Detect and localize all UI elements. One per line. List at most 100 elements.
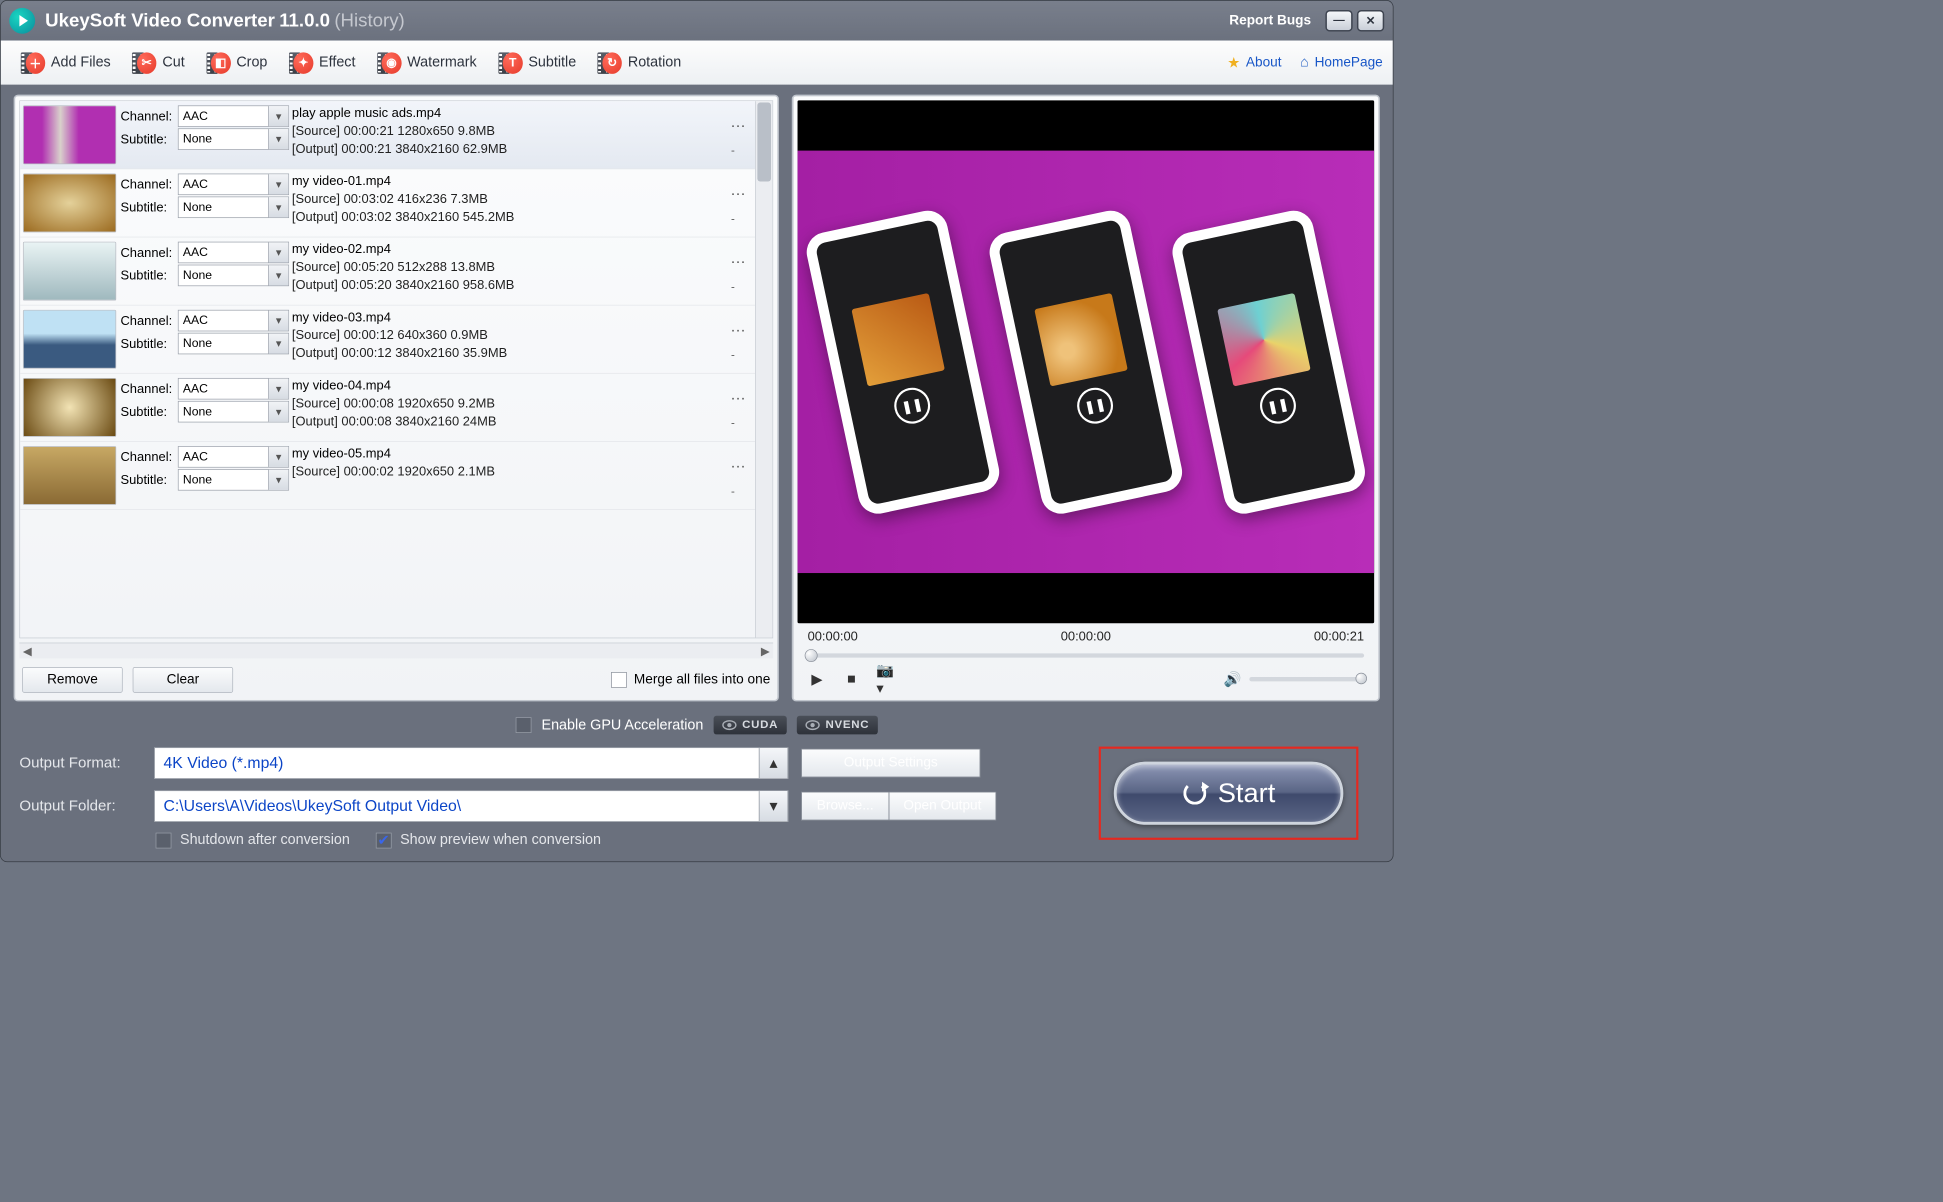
file-thumbnail (23, 242, 116, 301)
crop-button[interactable]: ◧Crop (196, 48, 277, 78)
close-button[interactable]: ✕ (1357, 10, 1384, 32)
file-item[interactable]: Channel:AAC▾Subtitle:None▾my video-02.mp… (20, 237, 755, 305)
channel-select[interactable]: AAC▾ (178, 105, 289, 127)
cuda-badge: CUDA (713, 716, 786, 735)
minimize-button[interactable]: — (1325, 10, 1352, 32)
file-item[interactable]: Channel:AAC▾Subtitle:None▾my video-03.mp… (20, 306, 755, 374)
source-info: [Source] 00:05:20 512x288 13.8MB (292, 260, 724, 275)
start-button[interactable]: Start (1114, 762, 1344, 825)
output-folder-label: Output Folder: (19, 798, 141, 815)
merge-checkbox[interactable]: Merge all files into one (611, 672, 770, 688)
file-item[interactable]: Channel:AAC▾Subtitle:None▾my video-01.mp… (20, 169, 755, 237)
cut-button[interactable]: ✂Cut (122, 48, 195, 78)
output-format-select[interactable]: 4K Video (*.mp4)▴ (154, 747, 788, 779)
play-icon[interactable]: ▶ (808, 670, 827, 689)
chevron-down-icon: ▾ (268, 106, 288, 126)
home-icon: ⌂ (1300, 55, 1309, 71)
subtitle-select[interactable]: None▾ (178, 469, 289, 491)
list-scrollbar[interactable] (755, 101, 772, 637)
item-status: - (724, 281, 743, 294)
file-item[interactable]: Channel:AAC▾Subtitle:None▾my video-04.mp… (20, 374, 755, 442)
volume-slider[interactable] (1249, 677, 1364, 681)
preview-phone-3: ❚❚ (1168, 207, 1368, 517)
preview-video[interactable]: ❚❚ ❚❚ ❚❚ (798, 100, 1375, 623)
item-menu-icon[interactable]: … (724, 453, 753, 472)
show-preview-checkbox[interactable]: ✔Show preview when conversion (376, 832, 601, 848)
shutdown-checkbox[interactable]: Shutdown after conversion (156, 832, 350, 848)
file-name: my video-01.mp4 (292, 174, 724, 189)
subtitle-select[interactable]: None▾ (178, 197, 289, 219)
file-item[interactable]: Channel:AAC▾Subtitle:None▾play apple mus… (20, 101, 755, 169)
nvidia-eye-icon (805, 720, 819, 730)
output-folder-input[interactable]: C:\Users\A\Videos\UkeySoft Output Video\… (154, 790, 788, 822)
item-status: - (724, 485, 743, 498)
source-info: [Source] 00:00:02 1920x650 2.1MB (292, 464, 724, 479)
subtitle-button[interactable]: TSubtitle (488, 48, 586, 78)
clear-button[interactable]: Clear (133, 667, 233, 693)
subtitle-label: Subtitle: (120, 200, 175, 215)
open-output-button[interactable]: Open Output (889, 792, 997, 821)
stop-icon[interactable]: ■ (842, 670, 861, 689)
file-name: my video-05.mp4 (292, 446, 724, 461)
chevron-down-icon: ▾ (268, 265, 288, 285)
channel-select[interactable]: AAC▾ (178, 378, 289, 400)
history-link[interactable]: (History) (334, 9, 404, 31)
output-info: [Output] 00:05:20 3840x2160 958.6MB (292, 278, 724, 293)
preview-phone-1: ❚❚ (803, 207, 1003, 517)
file-thumbnail (23, 174, 116, 233)
subtitle-select[interactable]: None▾ (178, 128, 289, 150)
effect-button[interactable]: ✦Effect (279, 48, 366, 78)
app-logo-icon (9, 8, 35, 34)
item-status: - (724, 213, 743, 226)
titlebar: UkeySoft Video Converter 11.0.0 (History… (1, 1, 1393, 40)
gpu-checkbox[interactable] (516, 717, 532, 733)
source-info: [Source] 00:00:12 640x360 0.9MB (292, 328, 724, 343)
chevron-down-icon: ▾ (268, 379, 288, 399)
chevron-down-icon: ▾ (268, 470, 288, 490)
subtitle-select[interactable]: None▾ (178, 401, 289, 423)
volume-icon[interactable]: 🔊 (1224, 670, 1243, 689)
file-thumbnail (23, 310, 116, 369)
report-bugs-link[interactable]: Report Bugs (1229, 13, 1311, 29)
time-start: 00:00:00 (808, 629, 858, 644)
subtitle-select[interactable]: None▾ (178, 333, 289, 355)
time-current: 00:00:00 (1061, 629, 1111, 644)
subtitle-label: Subtitle: (120, 132, 175, 147)
file-item[interactable]: Channel:AAC▾Subtitle:None▾my video-05.mp… (20, 442, 755, 510)
output-settings-button[interactable]: Output Settings (801, 749, 980, 778)
homepage-link[interactable]: ⌂HomePage (1300, 55, 1383, 71)
subtitle-select[interactable]: None▾ (178, 265, 289, 287)
chevron-down-icon: ▾ (268, 311, 288, 331)
item-menu-icon[interactable]: … (724, 317, 753, 336)
channel-select[interactable]: AAC▾ (178, 242, 289, 264)
source-info: [Source] 00:00:21 1280x650 9.8MB (292, 123, 724, 138)
channel-select[interactable]: AAC▾ (178, 174, 289, 196)
snapshot-icon[interactable]: 📷▾ (876, 670, 895, 689)
list-hscrollbar[interactable]: ◀▶ (19, 643, 773, 659)
channel-select[interactable]: AAC▾ (178, 310, 289, 332)
item-menu-icon[interactable]: … (724, 385, 753, 404)
chevron-down-icon: ▾ (268, 333, 288, 353)
watermark-button[interactable]: ◉Watermark (367, 48, 487, 78)
browse-button[interactable]: Browse... (801, 792, 888, 821)
refresh-icon (1182, 780, 1208, 806)
channel-select[interactable]: AAC▾ (178, 446, 289, 468)
toolbar: ＋Add Files ✂Cut ◧Crop ✦Effect ◉Watermark… (1, 40, 1393, 84)
remove-button[interactable]: Remove (22, 667, 122, 693)
output-info: [Output] 00:00:21 3840x2160 62.9MB (292, 141, 724, 156)
add-files-button[interactable]: ＋Add Files (11, 48, 121, 78)
subtitle-label: Subtitle: (120, 268, 175, 283)
rotation-button[interactable]: ↻Rotation (588, 48, 692, 78)
item-menu-icon[interactable]: … (724, 112, 753, 131)
channel-label: Channel: (120, 245, 175, 260)
subtitle-label: Subtitle: (120, 336, 175, 351)
seek-bar[interactable] (798, 650, 1375, 663)
item-menu-icon[interactable]: … (724, 249, 753, 268)
file-list-panel: Channel:AAC▾Subtitle:None▾play apple mus… (14, 95, 779, 702)
subtitle-label: Subtitle: (120, 404, 175, 419)
item-status: - (724, 417, 743, 430)
about-link[interactable]: ★About (1227, 54, 1281, 72)
channel-label: Channel: (120, 109, 175, 124)
item-menu-icon[interactable]: … (724, 180, 753, 199)
file-name: my video-02.mp4 (292, 242, 724, 257)
